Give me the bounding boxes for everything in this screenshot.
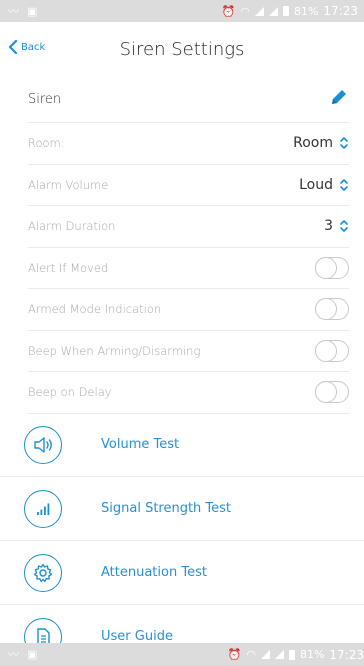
cell-signal-icon bbox=[260, 650, 270, 659]
chevron-left-icon bbox=[8, 40, 18, 54]
setting-label: Beep When Arming/Disarming bbox=[28, 343, 201, 358]
notification-icon: 〰 bbox=[8, 648, 19, 661]
signal-strength-test-button[interactable]: Signal Strength Test bbox=[0, 477, 364, 541]
bottom-status-overlay: 〰 ▣ ⏰ ◠ 81% 17:23 bbox=[0, 643, 364, 666]
setting-label: Beep on Delay bbox=[28, 385, 112, 400]
toggle-switch[interactable] bbox=[315, 256, 349, 279]
chevron-up-down-icon bbox=[339, 136, 349, 150]
toggle-switch[interactable] bbox=[315, 381, 349, 404]
action-label: Signal Strength Test bbox=[101, 501, 232, 516]
battery-icon bbox=[282, 6, 289, 16]
toggle-switch[interactable] bbox=[315, 339, 349, 362]
setting-row-beep-arming: Beep When Arming/Disarming bbox=[28, 331, 349, 372]
cell-signal-2-icon bbox=[274, 650, 284, 659]
device-name: Siren bbox=[28, 91, 62, 107]
alarm-clock-icon: ⏰ bbox=[227, 648, 242, 661]
wifi-icon: ◠ bbox=[246, 648, 256, 661]
toggle-knob bbox=[315, 298, 337, 321]
notification-icon: 〰 bbox=[8, 4, 19, 18]
back-label: Back bbox=[21, 41, 46, 53]
back-button[interactable]: Back bbox=[8, 40, 45, 54]
setting-row-beep-on-delay: Beep on Delay bbox=[28, 372, 349, 414]
setting-value: Loud bbox=[299, 176, 333, 193]
action-label: Volume Test bbox=[101, 437, 180, 452]
chevron-up-down-icon bbox=[339, 178, 349, 192]
setting-row-alert-if-moved: Alert If Moved bbox=[28, 248, 349, 289]
setting-row-room[interactable]: Room: Room bbox=[28, 123, 349, 165]
alarm-clock-icon: ⏰ bbox=[221, 4, 236, 18]
attenuation-test-button[interactable]: Attenuation Test bbox=[0, 541, 364, 605]
image-icon: ▣ bbox=[27, 4, 38, 18]
volume-test-button[interactable]: Volume Test bbox=[0, 413, 364, 477]
setting-label: Alarm Volume bbox=[28, 177, 109, 192]
signal-bars-icon bbox=[24, 489, 62, 528]
setting-row-alarm-volume[interactable]: Alarm Volume Loud bbox=[28, 165, 349, 206]
image-icon: ▣ bbox=[27, 648, 38, 661]
clock-time: 17:23 bbox=[329, 647, 364, 662]
edit-pencil-icon[interactable] bbox=[329, 87, 349, 111]
setting-label: Alarm Duration bbox=[28, 219, 116, 234]
battery-percent: 81% bbox=[299, 648, 325, 661]
chevron-up-down-icon bbox=[339, 219, 349, 233]
action-list: Volume Test Signal Strength Test Attenua… bbox=[0, 413, 364, 666]
action-label: Attenuation Test bbox=[101, 565, 207, 580]
toggle-knob bbox=[315, 381, 337, 404]
toggle-switch[interactable] bbox=[315, 298, 349, 321]
status-bar: 〰 ▣ ⏰ ◠ 81% 17:23 bbox=[0, 0, 364, 22]
setting-label: Room: bbox=[28, 136, 65, 151]
setting-label: Armed Mode Indication bbox=[28, 302, 162, 317]
gear-icon bbox=[24, 553, 62, 592]
setting-label: Alert If Moved bbox=[28, 260, 109, 275]
clock-time: 17:23 bbox=[323, 4, 358, 18]
cell-signal-2-icon bbox=[268, 6, 278, 16]
speaker-icon bbox=[24, 425, 62, 464]
cell-signal-icon bbox=[254, 6, 264, 16]
setting-row-alarm-duration[interactable]: Alarm Duration 3 bbox=[28, 206, 349, 248]
toggle-knob bbox=[315, 339, 337, 362]
wifi-icon: ◠ bbox=[240, 4, 250, 18]
setting-value: Room bbox=[293, 135, 333, 152]
setting-value: 3 bbox=[324, 218, 333, 235]
battery-icon bbox=[288, 649, 295, 660]
battery-percent: 81% bbox=[293, 4, 319, 18]
nav-bar: Back Siren Settings bbox=[0, 22, 364, 76]
setting-row-armed-mode-indication: Armed Mode Indication bbox=[28, 289, 349, 331]
toggle-knob bbox=[315, 256, 337, 279]
action-label: User Guide bbox=[101, 629, 173, 644]
settings-list: Siren Room: Room Alarm Volume Loud Alarm… bbox=[0, 76, 364, 414]
page-title: Siren Settings bbox=[119, 38, 245, 60]
device-name-row: Siren bbox=[28, 76, 349, 123]
